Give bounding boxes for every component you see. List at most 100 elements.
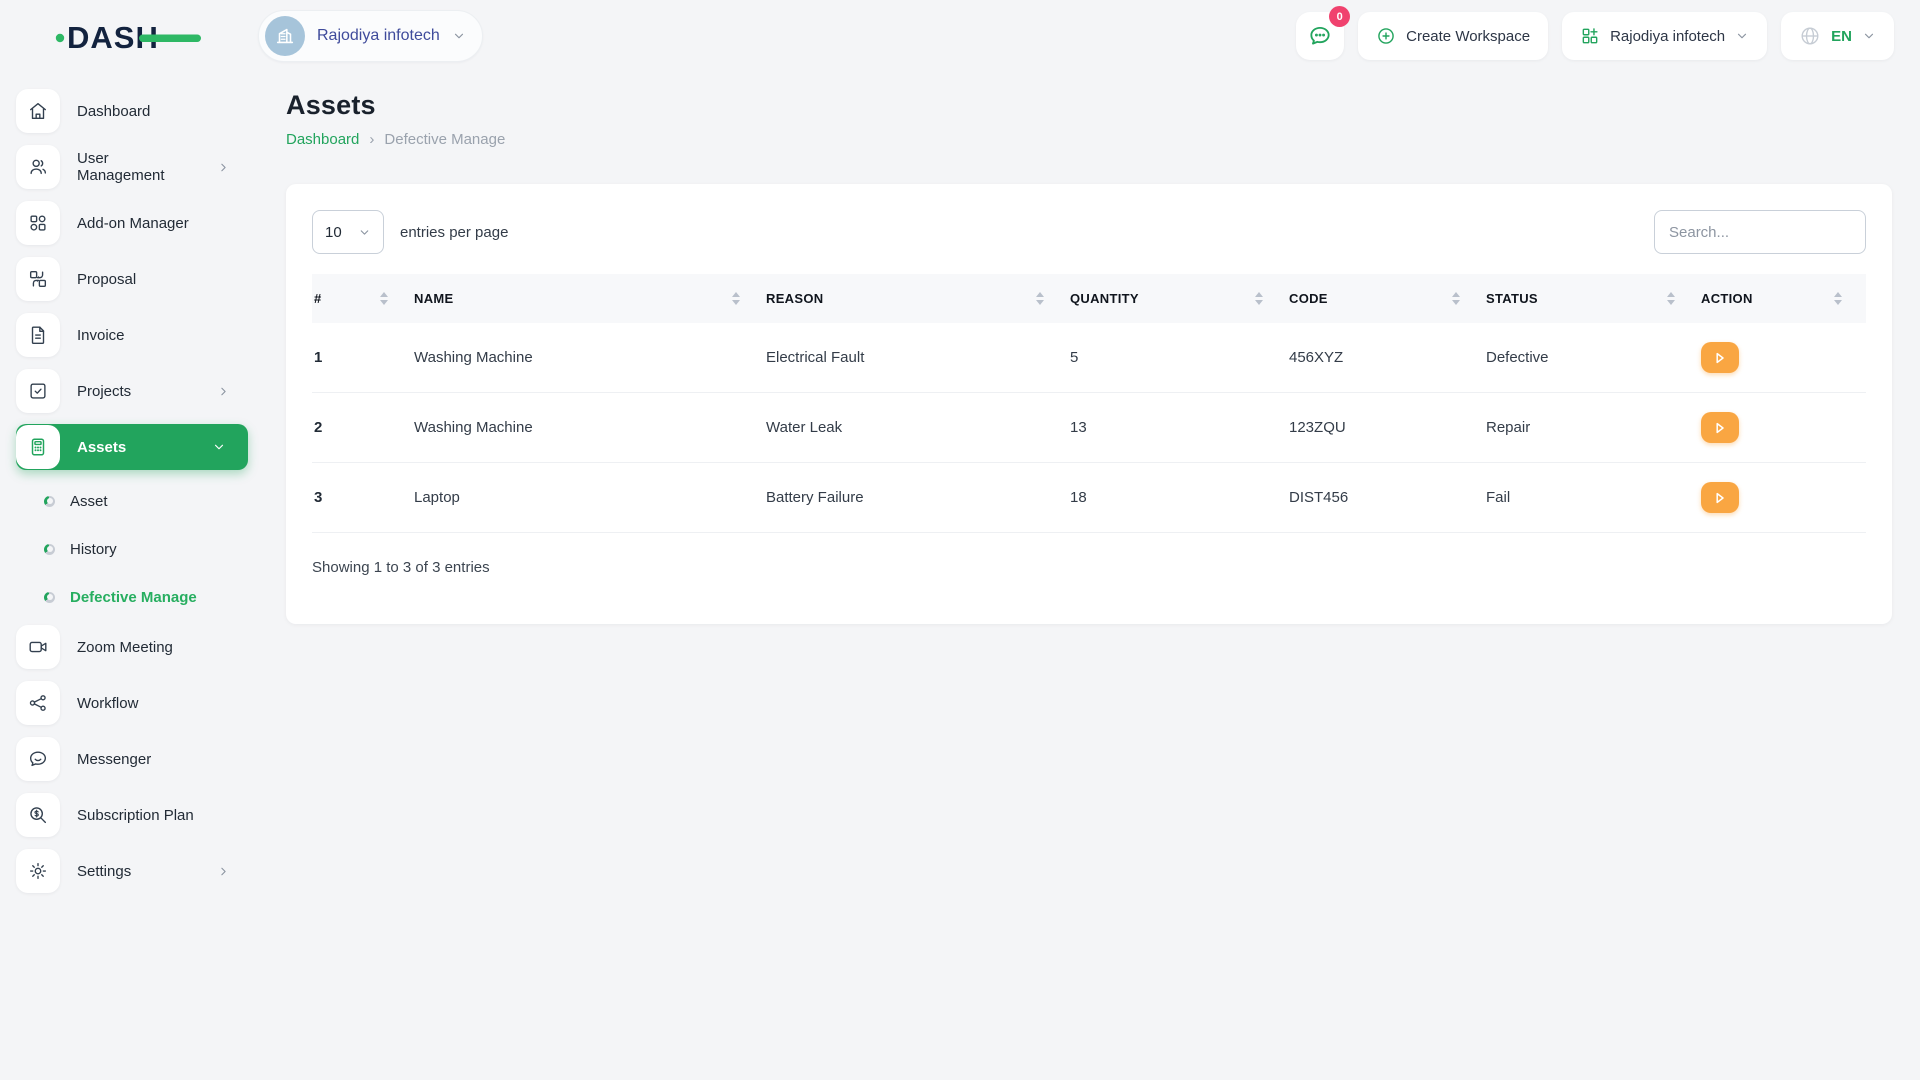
sidebar-item-zoom-meeting[interactable]: Zoom Meeting [16,624,248,670]
gear-icon [16,849,60,893]
language-label: EN [1831,27,1852,45]
bullet-icon [44,543,55,555]
grid-plus-icon [1582,28,1598,44]
topbar-actions: 0 Create Workspace Rajodiya infotech EN [1296,6,1894,60]
table-row: 3 Laptop Battery Failure 18 DIST456 Fail [312,462,1866,533]
sidebar-item-user-management[interactable]: User Management [16,144,248,190]
caret-right-icon [1716,492,1724,503]
sort-icon [1036,292,1044,305]
sidebar-subitem-history[interactable]: History [44,528,248,570]
column-header-quantity[interactable]: QUANTITY [1068,274,1287,323]
chevron-down-icon [1738,33,1747,39]
sidebar-item-dashboard[interactable]: Dashboard [16,88,248,134]
chevron-down-icon [360,229,369,235]
page-size-select[interactable]: 10 [312,210,384,254]
row-action-button[interactable] [1701,412,1739,443]
sidebar: Dashboard User Management Add-on Manager… [0,72,258,904]
sidebar-item-subscription-plan[interactable]: Subscription Plan [16,792,248,838]
sidebar-item-settings[interactable]: Settings [16,848,248,894]
sort-icon [1834,292,1842,305]
sidebar-subitem-asset[interactable]: Asset [44,480,248,522]
caret-right-icon [1716,352,1724,363]
building-icon [265,16,305,56]
globe-icon [1801,27,1819,45]
workspace-pill-label: Rajodiya infotech [317,27,440,44]
table-row: 2 Washing Machine Water Leak 13 123ZQU R… [312,392,1866,463]
invoice-document-icon [16,313,60,357]
dash-logo-icon: DASH [55,20,201,55]
page-title: Assets [286,90,376,120]
status-value: Repair [1484,392,1699,463]
brand-logo[interactable]: DASH [0,15,258,57]
addon-grid-icon [16,201,60,245]
sort-icon [732,292,740,305]
sort-icon [1255,292,1263,305]
status-value: Fail [1484,462,1699,533]
column-header-action[interactable]: ACTION [1699,274,1866,323]
column-header-reason[interactable]: REASON [764,274,1068,323]
notification-badge: 0 [1329,6,1351,27]
notifications-button[interactable]: 0 [1296,6,1351,60]
language-selector[interactable]: EN [1781,12,1894,60]
entries-summary: Showing 1 to 3 of 3 entries [312,559,490,576]
users-icon [16,145,60,189]
column-header-index[interactable]: # [312,274,412,323]
chevron-down-icon [1864,33,1874,39]
sidebar-item-proposal[interactable]: Proposal [16,256,248,302]
page-size-value: 10 [325,223,342,241]
table-controls: 10 entries per page [312,210,1866,254]
breadcrumb: Dashboard › Defective Manage [286,131,1892,148]
row-action-button[interactable] [1701,482,1739,513]
video-camera-icon [16,625,60,669]
sidebar-item-invoice[interactable]: Invoice [16,312,248,358]
sidebar-item-assets[interactable]: Assets [16,424,248,470]
search-input[interactable] [1654,210,1866,254]
plus-circle-icon [1378,28,1394,44]
column-header-status[interactable]: STATUS [1484,274,1699,323]
caret-right-icon [1716,422,1724,433]
bullet-icon [44,495,55,507]
calculator-icon [16,425,60,469]
proposal-icon [16,257,60,301]
sidebar-item-addon-manager[interactable]: Add-on Manager [16,200,248,246]
workspace-switcher[interactable]: Rajodiya infotech [1562,12,1768,60]
home-icon [16,89,60,133]
bullet-icon [44,591,55,603]
breadcrumb-current: Defective Manage [384,131,506,148]
workspace-switcher-label: Rajodiya infotech [1610,27,1726,45]
table-header-row: # NAME REASON QUANTITY CODE STATUS ACTIO… [312,274,1866,323]
defective-assets-table: # NAME REASON QUANTITY CODE STATUS ACTIO… [312,274,1866,533]
topbar: DASH Rajodiya infotech 0 Create Workspac… [0,0,1920,72]
share-nodes-icon [16,681,60,725]
chevron-down-icon [454,33,463,39]
entries-per-page-label: entries per page [400,223,509,241]
create-workspace-button[interactable]: Create Workspace [1358,12,1549,60]
sort-icon [1667,292,1675,305]
table-row: 1 Washing Machine Electrical Fault 5 456… [312,323,1866,393]
chevron-down-icon [214,444,224,450]
create-workspace-label: Create Workspace [1406,27,1531,45]
chevron-right-icon [221,387,226,395]
checkbox-icon [16,369,60,413]
search-dollar-icon [16,793,60,837]
workspace-pill[interactable]: Rajodiya infotech [258,10,483,62]
sidebar-item-projects[interactable]: Projects [16,368,248,414]
chevron-right-icon [221,163,226,171]
table-card: 10 entries per page # NAME [286,184,1892,624]
column-header-code[interactable]: CODE [1287,274,1484,323]
app-root: DASH Rajodiya infotech 0 Create Workspac… [0,0,1920,904]
sidebar-item-workflow[interactable]: Workflow [16,680,248,726]
status-value: Defective [1484,323,1699,393]
messenger-chat-icon [16,737,60,781]
sidebar-subitem-defective-manage[interactable]: Defective Manage [44,576,248,618]
breadcrumb-separator: › [369,131,375,148]
sidebar-item-messenger[interactable]: Messenger [16,736,248,782]
chat-bubble-icon [1310,26,1330,45]
sort-icon [380,292,388,305]
main-content: Assets Dashboard › Defective Manage 10 e… [258,72,1920,904]
sort-icon [1452,292,1460,305]
chevron-right-icon [221,867,226,875]
row-action-button[interactable] [1701,342,1739,373]
breadcrumb-dashboard-link[interactable]: Dashboard [286,131,359,148]
column-header-name[interactable]: NAME [412,274,764,323]
